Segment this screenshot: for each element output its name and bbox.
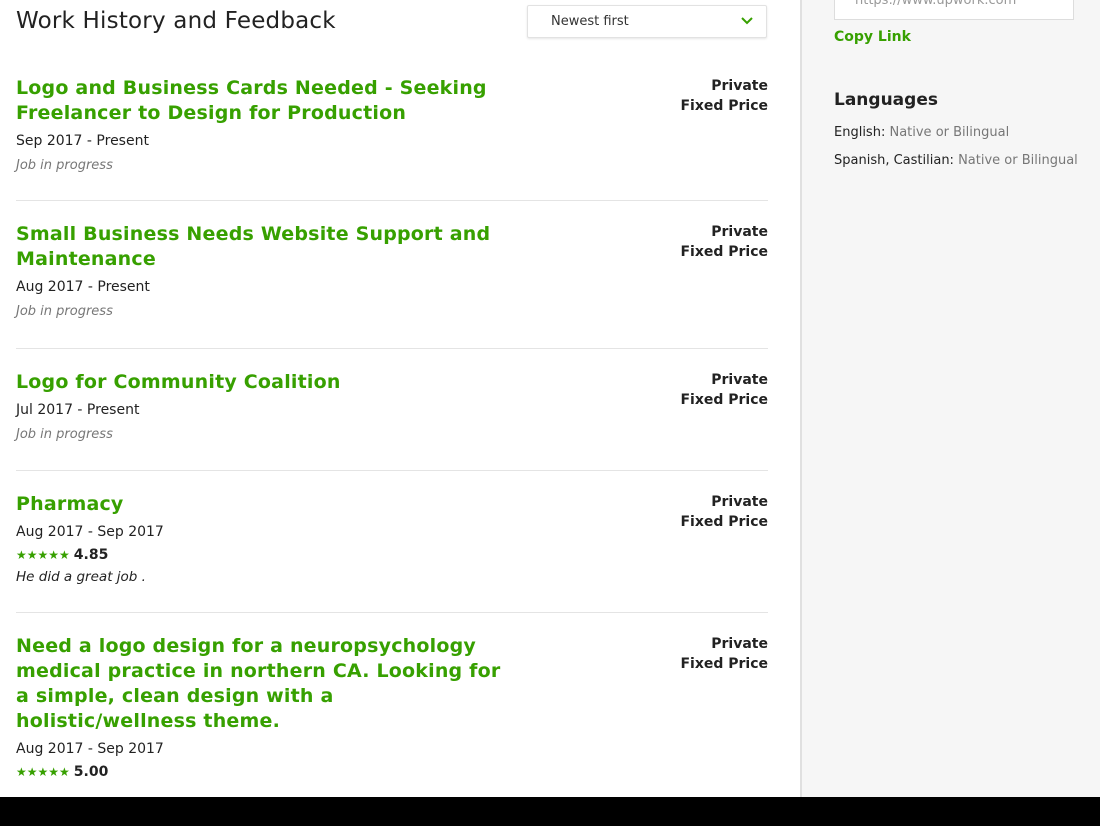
job-visibility: Private: [711, 636, 768, 652]
job-title-link[interactable]: Logo for Community Coalition: [16, 370, 516, 395]
language-item: Spanish, Castilian: Native or Bilingual: [834, 153, 1078, 168]
job-dates: Aug 2017 - Present: [16, 279, 150, 295]
divider: [16, 200, 768, 201]
job-meta: Private Fixed Price: [680, 370, 768, 410]
job-status: Job in progress: [16, 304, 113, 319]
job-item: Pharmacy Aug 2017 - Sep 2017 ★★★★★ 4.85 H…: [16, 492, 768, 585]
page: Work History and Feedback Newest first L…: [0, 0, 1100, 797]
job-meta: Private Fixed Price: [680, 492, 768, 532]
job-rating: ★★★★★ 5.00: [16, 764, 768, 780]
job-visibility: Private: [711, 224, 768, 240]
copy-link-button[interactable]: Copy Link: [834, 29, 911, 45]
job-contract-type: Fixed Price: [680, 514, 768, 530]
language-name: Spanish, Castilian:: [834, 153, 954, 168]
work-history-panel: Work History and Feedback Newest first L…: [0, 0, 800, 797]
job-item: Logo and Business Cards Needed - Seeking…: [16, 76, 768, 173]
language-name: English:: [834, 125, 886, 140]
job-item: Logo for Community Coalition Jul 2017 - …: [16, 370, 768, 442]
chevron-down-icon: [741, 17, 753, 25]
job-feedback: He did a great job .: [16, 569, 146, 585]
job-visibility: Private: [711, 78, 768, 94]
job-contract-type: Fixed Price: [680, 244, 768, 260]
job-visibility: Private: [711, 372, 768, 388]
job-meta: Private Fixed Price: [680, 634, 768, 674]
job-contract-type: Fixed Price: [680, 656, 768, 672]
language-level: Native or Bilingual: [958, 153, 1078, 168]
job-contract-type: Fixed Price: [680, 98, 768, 114]
job-meta: Private Fixed Price: [680, 222, 768, 262]
job-dates: Aug 2017 - Sep 2017: [16, 741, 164, 757]
rating-score: 5.00: [73, 764, 109, 780]
job-item: Small Business Needs Website Support and…: [16, 222, 768, 319]
languages-heading: Languages: [834, 90, 938, 110]
job-visibility: Private: [711, 494, 768, 510]
job-dates: Jul 2017 - Present: [16, 402, 140, 418]
job-contract-type: Fixed Price: [680, 392, 768, 408]
sort-selected-value: Newest first: [551, 14, 629, 29]
job-title-link[interactable]: Need a logo design for a neuropsychology…: [16, 634, 516, 734]
job-status: Job in progress: [16, 427, 113, 442]
language-level: Native or Bilingual: [889, 125, 1010, 140]
rating-score: 4.85: [73, 547, 109, 563]
divider: [16, 348, 768, 349]
divider: [16, 470, 768, 471]
section-title: Work History and Feedback: [16, 8, 336, 34]
job-item: Need a logo design for a neuropsychology…: [16, 634, 768, 780]
star-icon: ★★★★★: [16, 765, 70, 779]
divider: [16, 612, 768, 613]
job-title-link[interactable]: Small Business Needs Website Support and…: [16, 222, 516, 272]
job-title-link[interactable]: Logo and Business Cards Needed - Seeking…: [16, 76, 516, 126]
language-item: English: Native or Bilingual: [834, 125, 1009, 140]
star-icon: ★★★★★: [16, 548, 70, 562]
job-title-link[interactable]: Pharmacy: [16, 492, 516, 517]
job-dates: Sep 2017 - Present: [16, 133, 149, 149]
profile-url-field[interactable]: https://www.upwork.com: [834, 0, 1074, 20]
job-status: Job in progress: [16, 158, 113, 173]
job-meta: Private Fixed Price: [680, 76, 768, 116]
job-dates: Aug 2017 - Sep 2017: [16, 524, 164, 540]
sort-dropdown[interactable]: Newest first: [527, 5, 767, 38]
profile-sidebar: https://www.upwork.com Copy Link Languag…: [800, 0, 1100, 797]
job-rating: ★★★★★ 4.85: [16, 547, 768, 563]
